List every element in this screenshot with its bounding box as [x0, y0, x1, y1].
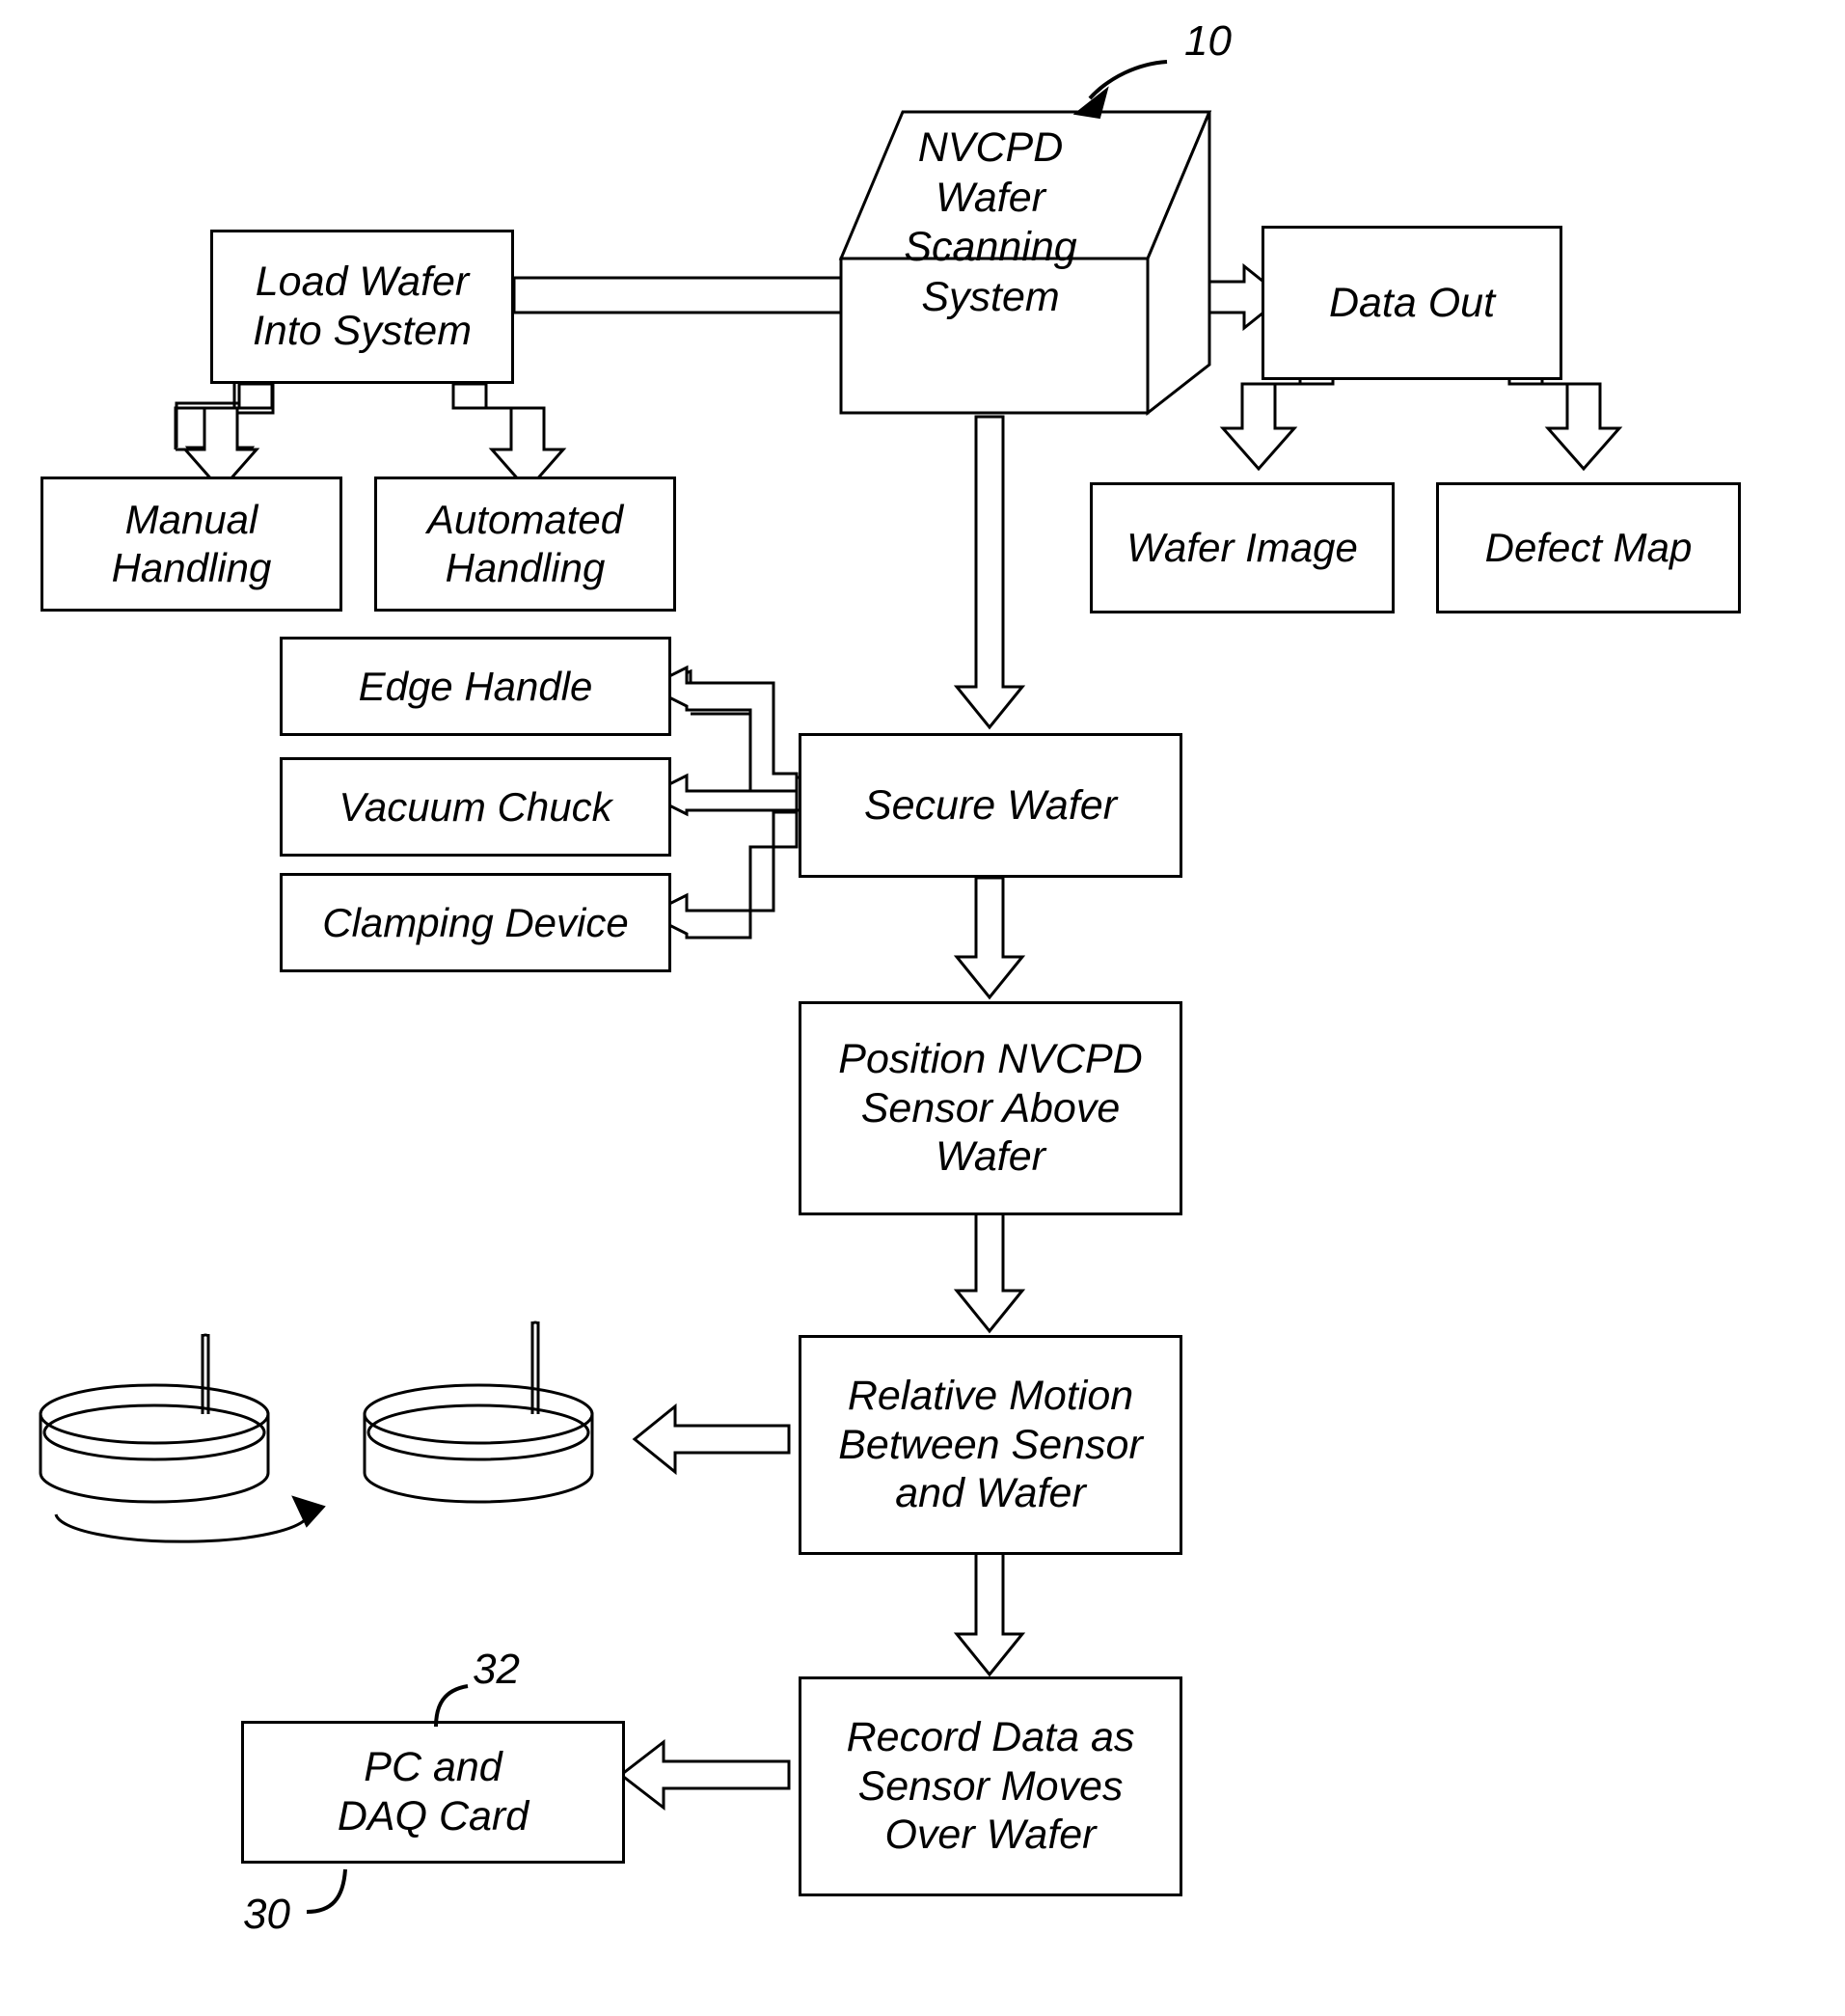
arrow-nvcpd-to-secure	[953, 415, 1026, 730]
node-load-wafer-into-system[interactable]: Load Wafer Into System	[210, 230, 514, 384]
nvcpd-system-label: NVCPD Wafer Scanning System	[904, 124, 1077, 320]
node-vacuum-chuck[interactable]: Vacuum Chuck	[280, 757, 671, 857]
node-record-data[interactable]: Record Data as Sensor Moves Over Wafer	[799, 1676, 1182, 1896]
arrow-motion-to-wafers	[632, 1403, 791, 1476]
node-wafer-image[interactable]: Wafer Image	[1090, 482, 1395, 613]
reference-numeral-32: 32	[473, 1646, 520, 1693]
reference-numeral-30: 30	[243, 1891, 290, 1938]
arrow-load-to-automated	[451, 382, 567, 493]
figure-canvas: NVCPD Wafer Scanning System Load Wafer I…	[0, 0, 1845, 2016]
arrow-position-to-motion	[953, 1212, 1026, 1334]
arrow-load-to-manual	[174, 382, 275, 493]
node-position-nvcpd-sensor[interactable]: Position NVCPD Sensor Above Wafer	[799, 1001, 1182, 1215]
reference-numeral-10: 10	[1184, 17, 1232, 65]
node-relative-motion[interactable]: Relative Motion Between Sensor and Wafer	[799, 1335, 1182, 1555]
rotating-wafer-disc	[39, 1333, 326, 1543]
arrow-record-to-pc	[618, 1738, 791, 1812]
leader-line-10	[1088, 60, 1168, 100]
node-edge-handle[interactable]: Edge Handle	[280, 637, 671, 736]
translating-wafer-disc	[363, 1321, 594, 1504]
arrow-secure-to-position	[953, 876, 1026, 1000]
node-clamping-device[interactable]: Clamping Device	[280, 873, 671, 972]
node-secure-wafer[interactable]: Secure Wafer	[799, 733, 1182, 878]
arrow-motion-to-record	[953, 1551, 1026, 1677]
node-defect-map[interactable]: Defect Map	[1436, 482, 1741, 613]
leader-line-30	[306, 1868, 347, 1914]
node-data-out[interactable]: Data Out	[1262, 226, 1562, 380]
node-manual-handling[interactable]: Manual Handling	[41, 477, 342, 612]
node-automated-handling[interactable]: Automated Handling	[374, 477, 676, 612]
node-pc-and-daq-card[interactable]: PC and DAQ Card	[241, 1721, 625, 1864]
